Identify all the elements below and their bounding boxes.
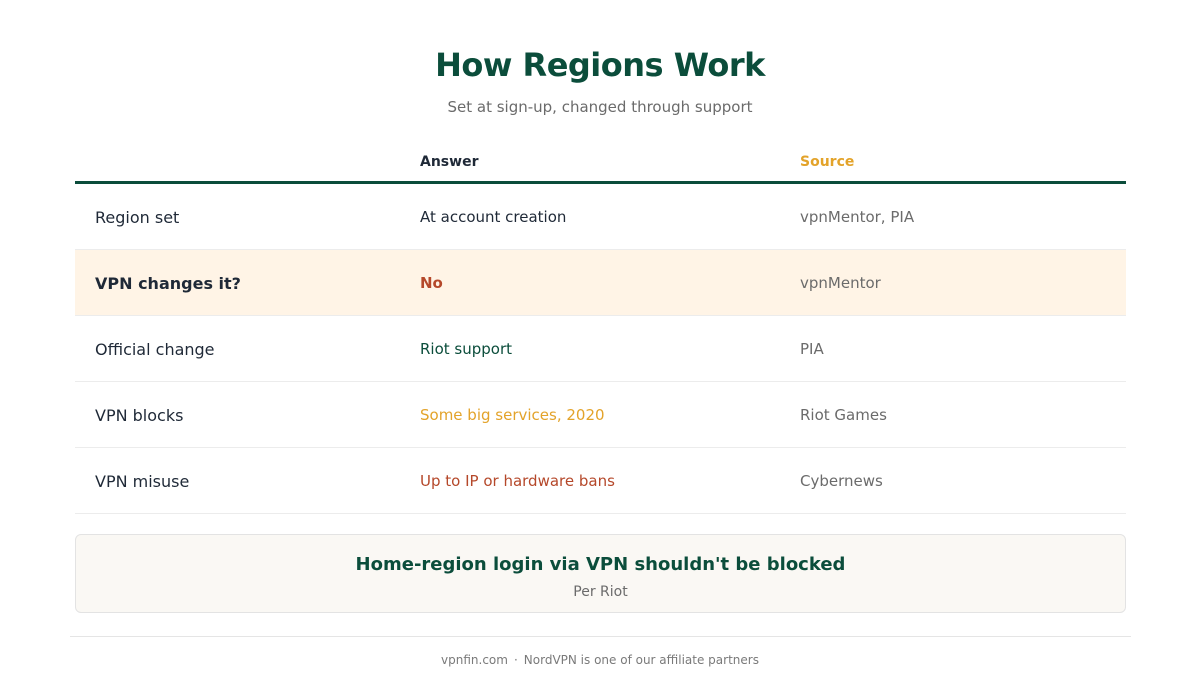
row-source: Riot Games: [800, 406, 887, 424]
callout-box: Home-region login via VPN shouldn't be b…: [75, 534, 1126, 613]
row-answer: Some big services, 2020: [420, 406, 605, 424]
row-source: vpnMentor: [800, 274, 881, 292]
table-header: Answer Source: [75, 150, 1126, 184]
table-row: Official change Riot support PIA: [75, 316, 1126, 382]
footer-divider: [70, 636, 1131, 637]
page: How Regions Work Set at sign-up, changed…: [0, 0, 1200, 680]
column-header-source: Source: [800, 154, 855, 170]
regions-table: Answer Source Region set At account crea…: [75, 150, 1126, 514]
row-label: VPN changes it?: [95, 273, 241, 293]
callout-subtitle: Per Riot: [573, 584, 628, 600]
table-row: VPN blocks Some big services, 2020 Riot …: [75, 382, 1126, 448]
row-answer: Up to IP or hardware bans: [420, 472, 615, 490]
row-label: Region set: [95, 207, 180, 227]
table-row-highlighted: VPN changes it? No vpnMentor: [75, 250, 1126, 316]
row-source: vpnMentor, PIA: [800, 208, 915, 226]
footer-separator: ·: [513, 653, 518, 667]
page-subtitle: Set at sign-up, changed through support: [447, 98, 753, 116]
footer: vpnfin.com · NordVPN is one of our affilia…: [0, 653, 1200, 667]
table-row: VPN misuse Up to IP or hardware bans Cyb…: [75, 448, 1126, 514]
column-header-answer: Answer: [420, 154, 479, 170]
footer-site: vpnfin.com: [441, 653, 508, 667]
table-row: Region set At account creation vpnMentor…: [75, 184, 1126, 250]
row-label: VPN blocks: [95, 405, 184, 425]
row-answer: No: [420, 274, 443, 292]
row-source: PIA: [800, 340, 824, 358]
row-label: Official change: [95, 339, 215, 359]
row-source: Cybernews: [800, 472, 883, 490]
row-answer: Riot support: [420, 340, 513, 358]
footer-disclosure: NordVPN is one of our affiliate partners: [523, 653, 759, 667]
row-label: VPN misuse: [95, 471, 190, 491]
callout-title: Home-region login via VPN shouldn't be b…: [355, 554, 846, 575]
row-answer: At account creation: [420, 208, 567, 226]
page-title: How Regions Work: [435, 46, 765, 84]
